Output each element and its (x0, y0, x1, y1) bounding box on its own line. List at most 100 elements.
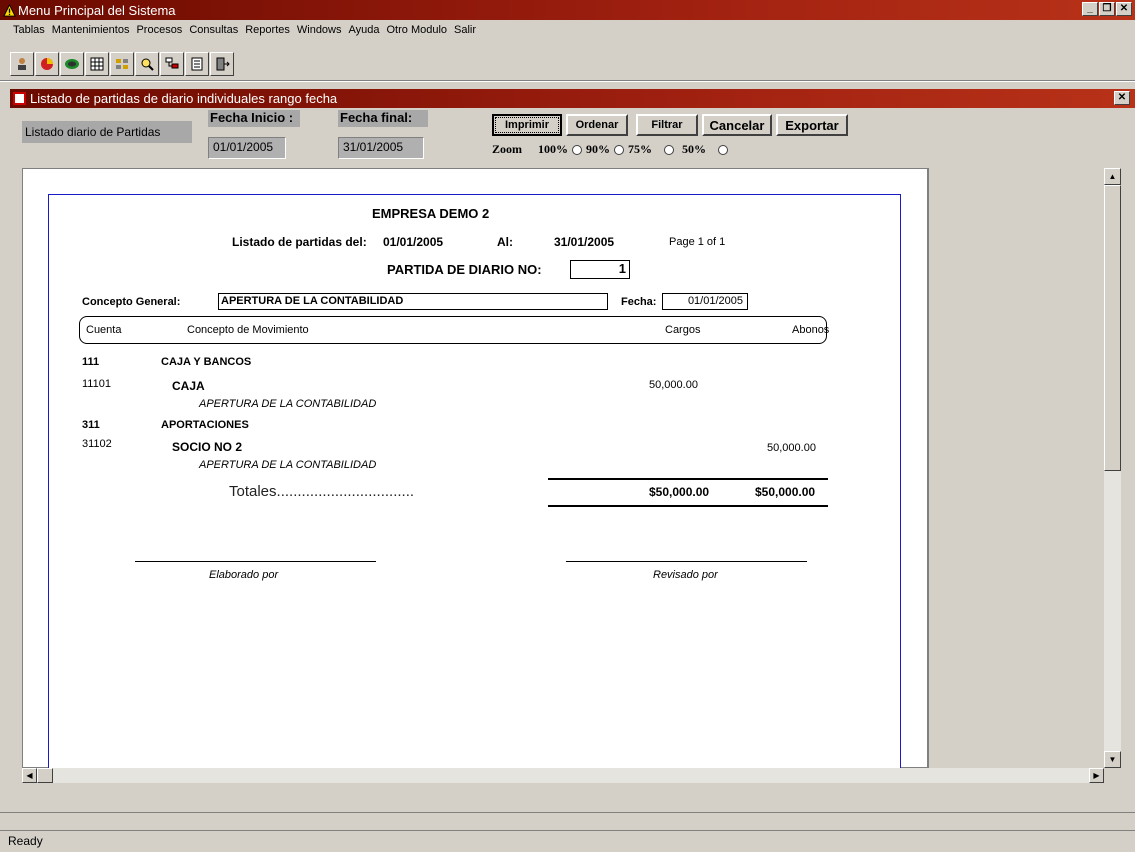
revisado-label: Revisado por (653, 569, 718, 581)
user-search-icon (18, 58, 26, 70)
app-title: Menu Principal del Sistema (18, 2, 176, 18)
concepto-label: Concepto General: (82, 296, 181, 308)
row-111-code: 111 (82, 356, 100, 368)
menu-mantenimientos[interactable]: Mantenimientos (51, 24, 131, 36)
horizontal-scroll-thumb[interactable] (37, 768, 53, 783)
row-11101-code: 11101 (82, 378, 111, 390)
status-bar: Ready (0, 830, 1135, 852)
row-311-code: 311 (82, 419, 100, 431)
scroll-down-icon[interactable]: ▼ (1104, 751, 1121, 768)
exit-door-icon (216, 57, 230, 71)
report-page: EMPRESA DEMO 2 Listado de partidas del: … (48, 194, 901, 768)
revisado-line (566, 561, 807, 562)
fecha-final-field[interactable]: 31/01/2005 (338, 137, 424, 159)
row-311-name: APORTACIONES (161, 419, 249, 431)
child-window-title-bar: Listado de partidas de diario individual… (10, 89, 1135, 108)
pie-chart-icon (41, 58, 53, 70)
fecha-label: Fecha: (621, 296, 657, 308)
restore-button[interactable]: ❐ (1099, 2, 1115, 16)
row-11101-desc: APERTURA DE LA CONTABILIDAD (199, 398, 377, 410)
exit-button[interactable] (210, 52, 234, 76)
zoom-90-radio[interactable] (614, 144, 624, 155)
pie-chart-button[interactable] (35, 52, 59, 76)
menu-procesos[interactable]: Procesos (135, 24, 183, 36)
menu-ayuda[interactable]: Ayuda (348, 24, 381, 36)
row-111-name: CAJA Y BANCOS (161, 356, 252, 368)
totales-label: Totales................................. (229, 483, 415, 500)
menu-consultas[interactable]: Consultas (188, 24, 239, 36)
toolbar (10, 52, 234, 76)
exportar-button[interactable]: Exportar (776, 114, 848, 136)
scroll-right-icon[interactable]: ▶ (1089, 768, 1104, 783)
report-window-icon (13, 92, 26, 105)
imprimir-button[interactable]: Imprimir (492, 114, 562, 136)
menu-salir[interactable]: Salir (453, 24, 477, 36)
company-name: EMPRESA DEMO 2 (372, 206, 490, 221)
zoom-label: Zoom (492, 142, 522, 156)
magnifier-icon (141, 58, 154, 71)
globe-button[interactable] (60, 52, 84, 76)
close-button[interactable]: ✕ (1116, 2, 1132, 16)
fecha-inicio-field[interactable]: 01/01/2005 (208, 137, 286, 159)
listado-label: Listado de partidas del: (232, 235, 367, 249)
report-name-label: Listado diario de Partidas (22, 121, 192, 143)
totals-bottom-line (548, 505, 828, 507)
menu-otro-modulo[interactable]: Otro Modulo (386, 24, 449, 36)
horizontal-scrollbar[interactable]: ◀ ▶ (22, 768, 1104, 783)
al-label: Al: (497, 235, 513, 249)
scroll-up-icon[interactable]: ▲ (1104, 168, 1121, 185)
ordenar-button[interactable]: Ordenar (566, 114, 628, 136)
menu-windows[interactable]: Windows (296, 24, 343, 36)
minimize-button[interactable]: _ (1082, 2, 1098, 16)
vertical-scrollbar[interactable]: ▲ ▼ (1104, 168, 1121, 768)
zoom-100-label: 100% (538, 142, 568, 156)
total-abonos: $50,000.00 (755, 485, 816, 499)
table-icon (116, 59, 128, 69)
table-button[interactable] (110, 52, 134, 76)
zoom-90-label: 90% (586, 142, 610, 156)
zoom-100-radio[interactable] (572, 144, 582, 155)
toolbar-separator (0, 80, 1135, 82)
document-icon (191, 57, 203, 71)
scroll-corner (1104, 768, 1121, 783)
elaborado-line (135, 561, 376, 562)
document-button[interactable] (185, 52, 209, 76)
fecha-inicio-label: Fecha Inicio : (208, 110, 300, 127)
magnifier-button[interactable] (135, 52, 159, 76)
menu-bar: Tablas Mantenimientos Procesos Consultas… (0, 20, 1135, 40)
fecha-final-label: Fecha final: (338, 110, 428, 127)
grid-icon (90, 57, 104, 71)
zoom-50-label: 50% (682, 142, 706, 156)
concepto-value: APERTURA DE LA CONTABILIDAD (218, 293, 608, 310)
zoom-row: Zoom 100% 90% 75% 50% (492, 142, 728, 157)
fecha-value: 01/01/2005 (662, 293, 748, 310)
row-11101-name: CAJA (172, 379, 205, 393)
partida-number: 1 (570, 260, 630, 279)
app-title-bar: Menu Principal del Sistema _ ❐ ✕ (0, 0, 1135, 20)
zoom-50-radio[interactable] (718, 144, 728, 155)
menu-tablas[interactable]: Tablas (12, 24, 46, 36)
row-11101-cargo: 50,000.00 (649, 379, 698, 391)
user-search-button[interactable] (10, 52, 34, 76)
page-number: Page 1 of 1 (669, 236, 726, 248)
elaborado-label: Elaborado por (209, 569, 279, 581)
warning-icon (3, 3, 16, 17)
date-to: 31/01/2005 (554, 235, 615, 249)
child-window-title: Listado de partidas de diario individual… (30, 91, 338, 106)
col-concepto: Concepto de Movimiento (187, 324, 309, 336)
row-31102-abono: 50,000.00 (767, 442, 816, 454)
child-close-button[interactable]: ✕ (1114, 91, 1130, 105)
cancelar-button[interactable]: Cancelar (702, 114, 772, 136)
zoom-75-radio[interactable] (664, 144, 674, 155)
filtrar-button[interactable]: Filtrar (636, 114, 698, 136)
zoom-75-label: 75% (628, 142, 652, 156)
globe-icon (65, 59, 79, 69)
grid-button[interactable] (85, 52, 109, 76)
menu-reportes[interactable]: Reportes (244, 24, 291, 36)
vertical-scroll-thumb[interactable] (1104, 185, 1121, 471)
partida-label: PARTIDA DE DIARIO NO: (387, 262, 542, 277)
row-31102-name: SOCIO NO 2 (172, 440, 243, 454)
col-cuenta: Cuenta (86, 324, 122, 336)
scroll-left-icon[interactable]: ◀ (22, 768, 37, 783)
tree-button[interactable] (160, 52, 184, 76)
